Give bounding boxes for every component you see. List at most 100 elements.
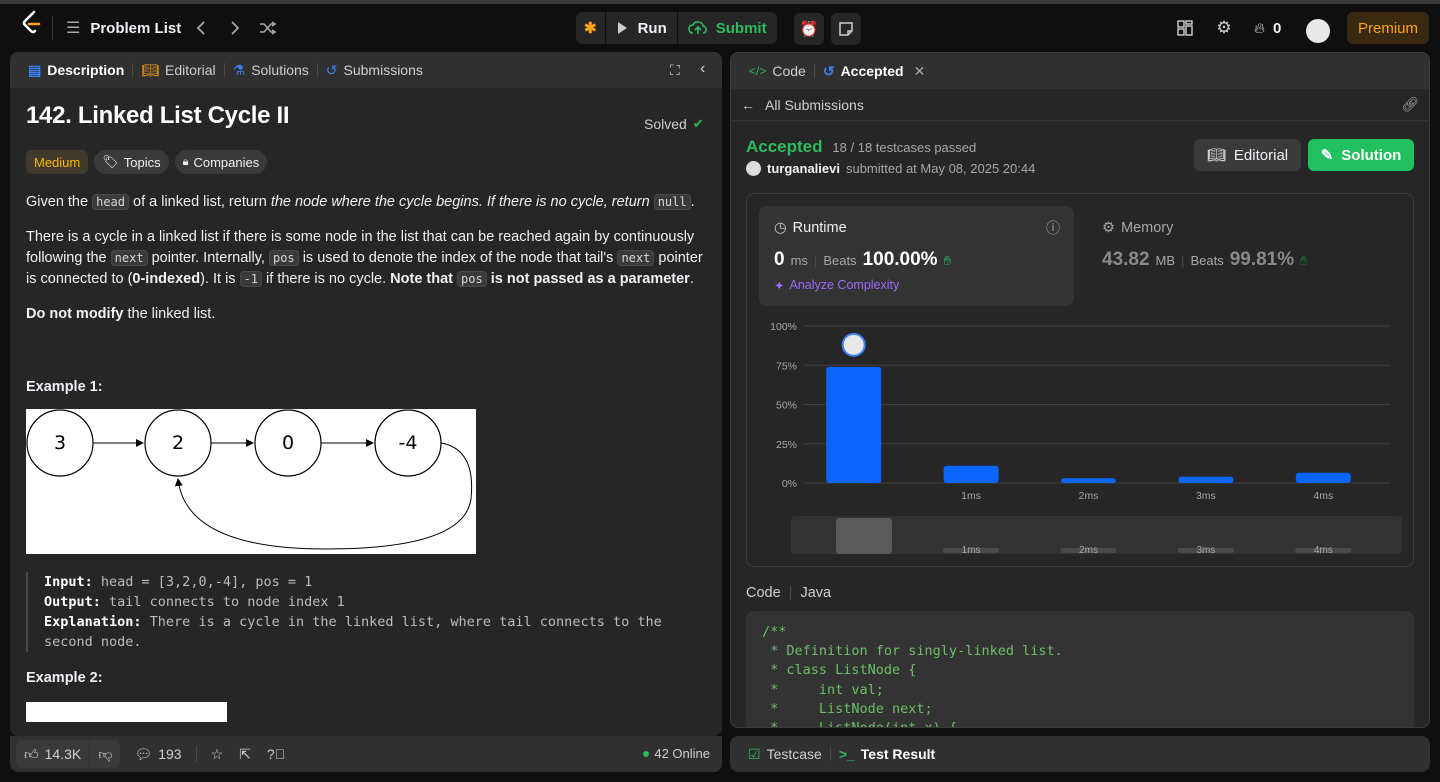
favorite-button[interactable]: ☆	[203, 740, 232, 768]
editorial-button-label: Editorial	[1233, 146, 1289, 164]
share-button[interactable]: ⇱	[231, 740, 259, 768]
difficulty-badge[interactable]: Medium	[26, 150, 89, 174]
tab-test-result[interactable]: >_ Test Result	[831, 736, 943, 772]
thumbs-up-icon: 👍︎	[24, 745, 39, 762]
list-icon: ☰	[66, 20, 81, 37]
runtime-value: 0	[774, 249, 785, 270]
companies-tag[interactable]: 🔒︎ Companies	[174, 150, 268, 174]
memory-card[interactable]: ⚙ Memory 43.82 MB | Beats 99.81% ✋︎	[1087, 206, 1402, 306]
chevron-left-icon	[196, 21, 205, 35]
tab-editorial[interactable]: 📖︎ Editorial	[133, 52, 223, 88]
linked-list-diagram: 3 2 0 -4	[26, 409, 476, 554]
memory-beats-value: 99.81%	[1229, 249, 1295, 270]
topics-tag[interactable]: 🏷︎ Topics	[94, 150, 169, 174]
tab-submissions[interactable]: ↺ Submissions	[318, 52, 431, 88]
memory-unit: MB	[1155, 253, 1176, 268]
analyze-complexity-link[interactable]: ✦ Analyze Complexity	[774, 278, 899, 293]
comment-count: 193	[158, 746, 182, 762]
tab-test-result-label: Test Result	[860, 746, 936, 762]
all-submissions-link[interactable]: ← All Submissions 🔗︎	[731, 89, 1429, 121]
left-footer: 👍︎ 14.3K 👎︎ 💬︎ 193 ☆ ⇱ ?⃝ 42 Online	[10, 736, 722, 772]
timer-button[interactable]: ⏰	[794, 13, 824, 45]
code-language-label: Code | Java	[746, 585, 832, 601]
x-tick-label: 2ms	[1079, 490, 1099, 502]
x-tick-label: 3ms	[1196, 490, 1216, 502]
left-tab-bar: ▤ Description 📖︎ Editorial ⚗ Solutions ↺…	[10, 52, 722, 88]
tab-solutions-label: Solutions	[251, 62, 309, 78]
help-button[interactable]: ?⃝	[259, 740, 293, 768]
code-icon: </>	[749, 64, 767, 78]
like-button[interactable]: 👍︎ 14.3K	[16, 740, 90, 768]
chart-bar	[826, 366, 882, 483]
online-count: 42 Online	[643, 746, 710, 761]
solution-button[interactable]: ✎ Solution	[1308, 139, 1414, 171]
tab-description[interactable]: ▤ Description	[20, 52, 132, 88]
x-tick-label: 4ms	[1313, 490, 1333, 502]
comments-button[interactable]: 💬︎ 193	[126, 740, 189, 768]
y-tick-label: 75%	[776, 360, 797, 372]
minimap-label: 2ms	[1079, 545, 1098, 556]
leetcode-logo[interactable]	[20, 10, 44, 36]
share-icon: ⇱	[239, 745, 251, 762]
submitter-info: turganalievi submitted at May 08, 2025 2…	[746, 161, 1035, 176]
tab-accepted[interactable]: ↺ Accepted ✕	[815, 53, 934, 89]
paragraph-2: There is a cycle in a linked list if the…	[26, 229, 703, 287]
minimap-label: 3ms	[1196, 545, 1215, 556]
tab-accepted-label: Accepted	[840, 63, 904, 79]
streak-counter[interactable]: 🔥︎ 0	[1254, 13, 1281, 43]
prev-problem-button[interactable]	[186, 13, 216, 43]
close-icon[interactable]: ✕	[914, 63, 926, 80]
submitter-name[interactable]: turganalievi	[767, 161, 840, 176]
editorial-button[interactable]: 📖︎ Editorial	[1194, 139, 1301, 171]
all-submissions-label: All Submissions	[765, 96, 864, 113]
cloud-upload-icon	[687, 21, 707, 34]
debug-button[interactable]: ✱	[576, 12, 605, 44]
tab-testcase[interactable]: ☑ Testcase	[740, 736, 830, 772]
code-label: Code	[746, 585, 781, 601]
paragraph-3: Do not modify the linked list.	[26, 306, 216, 322]
notes-button[interactable]	[831, 13, 861, 45]
solved-label: Solved	[644, 116, 687, 132]
layout-button[interactable]	[1170, 13, 1200, 43]
tab-solutions[interactable]: ⚗ Solutions	[225, 52, 317, 88]
run-button[interactable]: Run	[606, 12, 677, 44]
maximize-icon[interactable]: ⛶	[670, 62, 680, 79]
example-1-title: Example 1:	[26, 379, 103, 395]
problem-list-button[interactable]: ☰ Problem List	[66, 12, 181, 44]
description-panel: ▤ Description 📖︎ Editorial ⚗ Solutions ↺…	[10, 52, 722, 736]
layout-grid-icon	[1177, 20, 1193, 36]
thumbs-down-icon: 👎︎	[98, 745, 113, 762]
y-tick-label: 100%	[770, 321, 797, 333]
shuffle-icon	[260, 21, 277, 35]
problem-list-label: Problem List	[90, 19, 182, 37]
random-problem-button[interactable]	[253, 13, 283, 43]
tab-code[interactable]: </> Code	[741, 53, 814, 89]
premium-button[interactable]: Premium	[1347, 12, 1429, 44]
like-count: 14.3K	[44, 746, 82, 762]
submitted-code[interactable]: /** * Definition for singly-linked list.…	[746, 611, 1414, 727]
clap-icon: ✋︎	[1300, 253, 1308, 268]
settings-button[interactable]: ⚙	[1209, 13, 1239, 43]
submit-button[interactable]: Submit	[678, 12, 777, 44]
y-tick-label: 50%	[776, 400, 797, 412]
paragraph-1: Given the head of a linked list, return …	[26, 194, 695, 210]
testcases-passed: 18 / 18 testcases passed	[832, 140, 977, 155]
user-avatar[interactable]	[1306, 19, 1330, 43]
node-label: 0	[282, 432, 294, 454]
note-icon	[839, 22, 853, 36]
alarm-clock-icon: ⏰	[799, 21, 819, 38]
link-icon[interactable]: 🔗︎	[1401, 96, 1419, 113]
runtime-card[interactable]: ◷ Runtime ⓘ 0 ms | Beats 100.00% ✋︎ ✦ An…	[759, 206, 1074, 306]
arrow-left-icon: ←	[741, 96, 755, 113]
minimap-label: 1ms	[962, 545, 981, 556]
bug-icon: ✱	[584, 20, 597, 37]
play-icon	[617, 22, 627, 34]
info-icon[interactable]: ⓘ	[1046, 218, 1060, 238]
dislike-button[interactable]: 👎︎	[90, 740, 121, 768]
solved-status: Solved ✔	[644, 116, 704, 132]
sparkle-icon: ✦	[774, 279, 785, 293]
chevron-right-icon	[231, 21, 240, 35]
example-2-title: Example 2:	[26, 670, 103, 686]
next-problem-button[interactable]	[220, 13, 250, 43]
collapse-icon[interactable]: ‹	[700, 60, 705, 78]
